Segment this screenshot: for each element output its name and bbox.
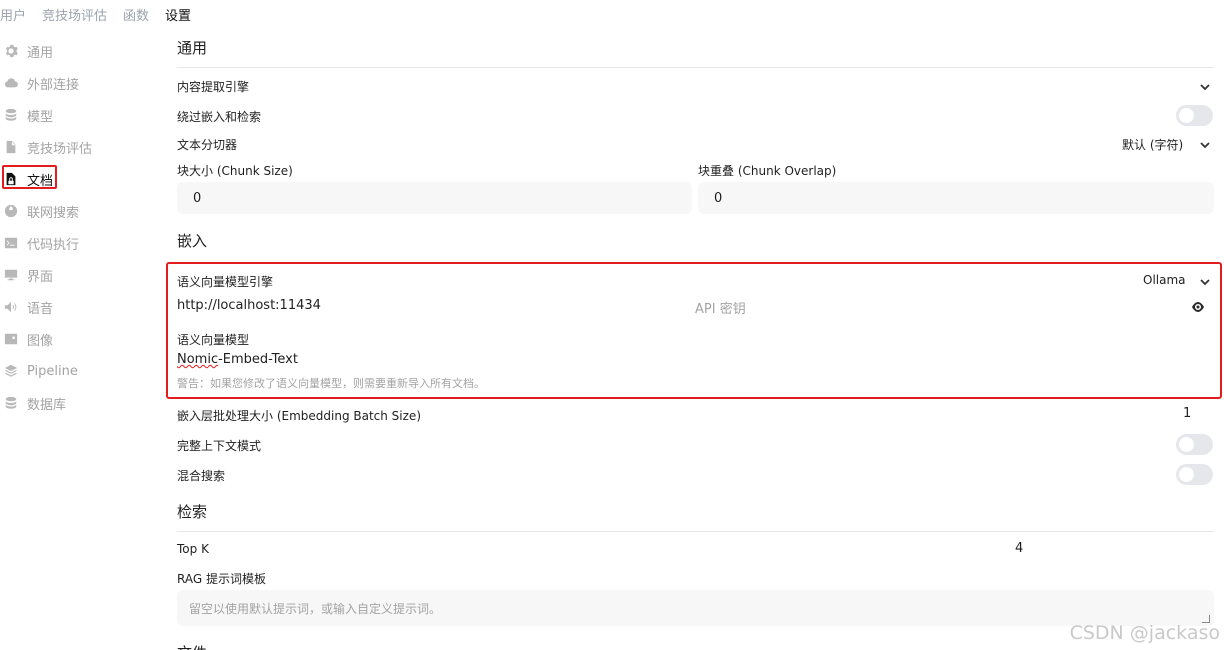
sidebar-item-label: 模型 <box>27 109 54 125</box>
sidebar-item-connections[interactable]: 外部连接 <box>0 67 120 99</box>
api-key-input[interactable]: API 密钥 <box>695 298 1165 317</box>
rag-template-label: RAG 提示词模板 <box>177 572 266 586</box>
highlight-box <box>2 165 57 189</box>
divider <box>177 67 1214 68</box>
eye-icon[interactable] <box>1191 301 1205 313</box>
hybrid-search-label: 混合搜索 <box>177 469 226 483</box>
model-name-rest: -Embed-Text <box>218 352 298 367</box>
chunk-overlap-label: 块重叠 (Chunk Overlap) <box>698 164 837 178</box>
terminal-icon <box>4 236 18 250</box>
full-context-toggle[interactable] <box>1176 434 1213 455</box>
sidebar-item-label: 界面 <box>27 269 54 285</box>
batch-size-input[interactable]: 1 <box>1183 406 1191 421</box>
sidebar-item-pipelines[interactable]: Pipeline <box>0 355 120 387</box>
sidebar-item-interface[interactable]: 界面 <box>0 259 120 291</box>
sidebar-item-label: 通用 <box>27 45 54 61</box>
divider <box>177 531 1214 532</box>
layers-icon <box>4 364 18 378</box>
sidebar-item-label: Pipeline <box>27 363 78 379</box>
tab-settings[interactable]: 设置 <box>165 8 191 28</box>
sidebar-item-label: 语音 <box>27 301 54 317</box>
sidebar-item-label: 代码执行 <box>27 237 80 253</box>
image-icon <box>4 332 18 346</box>
sidebar-item-documents[interactable]: 文档 <box>0 163 120 195</box>
database-icon <box>4 396 18 410</box>
chunk-size-label: 块大小 (Chunk Size) <box>177 164 293 178</box>
content-extraction-label: 内容提取引擎 <box>177 80 250 94</box>
watermark: CSDN @jackaso <box>1069 622 1220 644</box>
toggle-knob <box>1179 108 1194 123</box>
ollama-url-input[interactable]: http://localhost:11434 <box>177 298 677 313</box>
sidebar-item-audio[interactable]: 语音 <box>0 291 120 323</box>
globe-icon <box>4 204 18 218</box>
bypass-embedding-label: 绕过嵌入和检索 <box>177 110 262 124</box>
sidebar-item-label: 外部连接 <box>27 77 80 93</box>
embedding-model-label: 语义向量模型 <box>177 333 250 347</box>
gear-icon <box>4 44 18 58</box>
hybrid-search-toggle[interactable] <box>1176 464 1213 485</box>
sidebar-item-label: 图像 <box>27 333 54 349</box>
sidebar-item-label: 数据库 <box>27 397 67 413</box>
spellcheck-word: Nomic <box>177 352 219 367</box>
chevron-down-icon[interactable] <box>1199 81 1211 93</box>
section-title-embedding: 嵌入 <box>177 232 208 250</box>
bypass-embedding-toggle[interactable] <box>1176 105 1213 126</box>
toggle-knob <box>1179 467 1194 482</box>
speaker-icon <box>4 300 18 314</box>
top-tabs: 用户 竞技场评估 函数 设置 <box>0 8 207 28</box>
rag-template-textarea[interactable]: 留空以使用默认提示词，或输入自定义提示词。 <box>177 590 1214 626</box>
embedding-engine-label: 语义向量模型引擎 <box>177 275 274 289</box>
chunk-overlap-input[interactable]: 0 <box>698 182 1214 214</box>
monitor-icon <box>4 268 18 282</box>
text-splitter-label: 文本分切器 <box>177 138 238 152</box>
sidebar-item-general[interactable]: 通用 <box>0 35 120 67</box>
cloud-icon <box>4 76 18 90</box>
tab-arena[interactable]: 竞技场评估 <box>42 8 107 28</box>
database-icon <box>4 108 18 122</box>
batch-size-label: 嵌入层批处理大小 (Embedding Batch Size) <box>177 409 421 423</box>
sidebar-item-code-execution[interactable]: 代码执行 <box>0 227 120 259</box>
document-icon <box>4 140 18 154</box>
embedding-model-input[interactable]: Nomic-Embed-Text <box>177 352 1177 367</box>
text-splitter-select[interactable]: 默认 (字符) <box>1122 136 1183 153</box>
settings-sidebar: 通用 外部连接 模型 竞技场评估 文档 联网搜索 代码执行 界面 语音 图像 P… <box>0 35 120 419</box>
embedding-engine-select[interactable]: Ollama <box>1143 273 1186 287</box>
section-title-retrieval: 检索 <box>177 503 208 521</box>
section-title-general: 通用 <box>177 39 208 57</box>
chunk-size-input[interactable]: 0 <box>177 182 692 214</box>
full-context-label: 完整上下文模式 <box>177 439 262 453</box>
chevron-down-icon[interactable] <box>1199 276 1211 288</box>
chevron-down-icon[interactable] <box>1199 139 1211 151</box>
sidebar-item-label: 竞技场评估 <box>27 141 93 157</box>
top-k-input[interactable]: 4 <box>1015 541 1023 556</box>
tab-functions[interactable]: 函数 <box>123 8 149 28</box>
sidebar-item-arena[interactable]: 竞技场评估 <box>0 131 120 163</box>
sidebar-item-label: 联网搜索 <box>27 205 80 221</box>
sidebar-item-images[interactable]: 图像 <box>0 323 120 355</box>
sidebar-item-database[interactable]: 数据库 <box>0 387 120 419</box>
top-k-label: Top K <box>177 542 209 556</box>
rag-template-placeholder: 留空以使用默认提示词，或输入自定义提示词。 <box>189 601 442 616</box>
tab-users[interactable]: 用户 <box>0 8 26 28</box>
sidebar-item-models[interactable]: 模型 <box>0 99 120 131</box>
embedding-warning: 警告：如果您修改了语义向量模型，则需要重新导入所有文档。 <box>177 377 485 390</box>
sidebar-item-web-search[interactable]: 联网搜索 <box>0 195 120 227</box>
section-title-files: 文件 <box>177 642 207 650</box>
toggle-knob <box>1179 437 1194 452</box>
